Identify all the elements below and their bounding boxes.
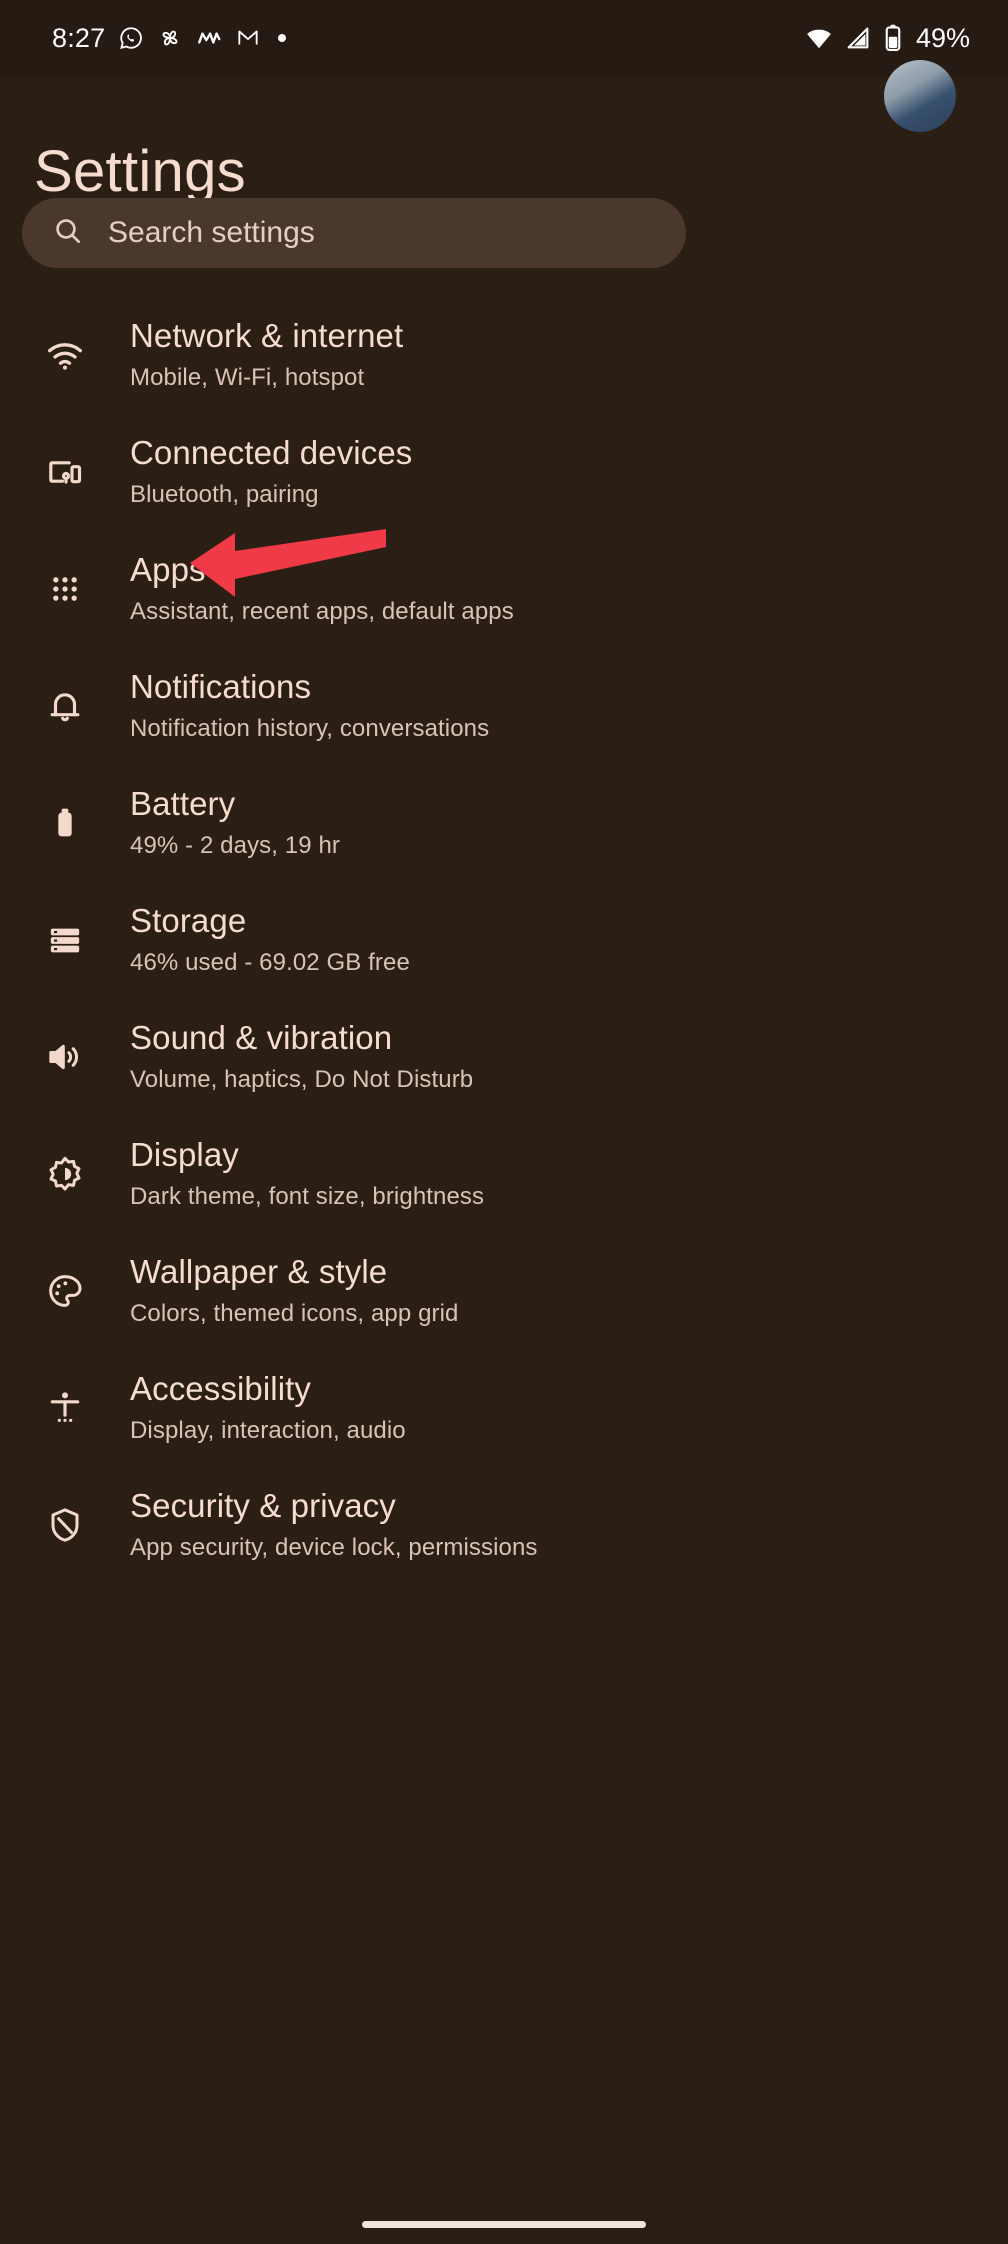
settings-item-subtitle: Volume, haptics, Do Not Disturb bbox=[130, 1065, 474, 1093]
settings-item-title: Apps bbox=[130, 550, 206, 588]
bell-icon bbox=[34, 647, 96, 764]
settings-item-text: Connected devices Bluetooth, pairing bbox=[96, 413, 412, 530]
settings-item-subtitle: Assistant, recent apps, default apps bbox=[130, 597, 514, 625]
settings-item-title: Network & internet bbox=[130, 316, 404, 354]
settings-item-subtitle: Dark theme, font size, brightness bbox=[130, 1182, 485, 1210]
status-clock: 8:27 bbox=[52, 22, 106, 53]
whatsapp-icon bbox=[118, 25, 144, 51]
settings-item-title: Accessibility bbox=[130, 1369, 312, 1407]
settings-item-text: Display Dark theme, font size, brightnes… bbox=[96, 1115, 484, 1232]
connected-devices-icon bbox=[34, 413, 96, 530]
settings-item-title: Storage bbox=[130, 901, 247, 939]
settings-item-network-internet[interactable]: Network & internet Mobile, Wi-Fi, hotspo… bbox=[0, 296, 1008, 413]
settings-item-text: Battery 49% - 2 days, 19 hr bbox=[96, 764, 340, 881]
settings-item-subtitle: Mobile, Wi-Fi, hotspot bbox=[130, 363, 365, 391]
settings-item-title: Display bbox=[130, 1135, 239, 1173]
settings-item-accessibility[interactable]: Accessibility Display, interaction, audi… bbox=[0, 1349, 1008, 1466]
settings-item-security-privacy[interactable]: Security & privacy App security, device … bbox=[0, 1466, 1008, 1583]
settings-list: Network & internet Mobile, Wi-Fi, hotspo… bbox=[0, 296, 1008, 1583]
settings-item-storage[interactable]: Storage 46% used - 69.02 GB free bbox=[0, 881, 1008, 998]
battery-icon bbox=[882, 23, 904, 53]
settings-item-subtitle: 49% - 2 days, 19 hr bbox=[130, 831, 341, 859]
settings-item-text: Wallpaper & style Colors, themed icons, … bbox=[96, 1232, 459, 1349]
settings-item-subtitle: Display, interaction, audio bbox=[130, 1416, 406, 1444]
status-battery-percent: 49% bbox=[915, 22, 970, 53]
monzo-icon bbox=[196, 25, 222, 51]
search-icon bbox=[52, 215, 84, 252]
volume-icon bbox=[34, 998, 96, 1115]
storage-icon bbox=[34, 881, 96, 998]
status-bar: 8:27 49% bbox=[0, 0, 1008, 76]
status-bar-left: 8:27 bbox=[52, 22, 287, 53]
settings-screen: 8:27 49% Settings Search settings Networ… bbox=[0, 0, 1008, 2244]
settings-item-title: Sound & vibration bbox=[130, 1018, 393, 1056]
settings-item-text: Notifications Notification history, conv… bbox=[96, 647, 489, 764]
settings-item-subtitle: 46% used - 69.02 GB free bbox=[130, 948, 410, 976]
settings-item-battery[interactable]: Battery 49% - 2 days, 19 hr bbox=[0, 764, 1008, 881]
brightness-icon bbox=[34, 1115, 96, 1232]
shield-icon bbox=[34, 1466, 96, 1583]
settings-item-connected-devices[interactable]: Connected devices Bluetooth, pairing bbox=[0, 413, 1008, 530]
settings-item-subtitle: Colors, themed icons, app grid bbox=[130, 1299, 459, 1327]
settings-item-sound-vibration[interactable]: Sound & vibration Volume, haptics, Do No… bbox=[0, 998, 1008, 1115]
settings-item-text: Storage 46% used - 69.02 GB free bbox=[96, 881, 410, 998]
pinwheel-icon bbox=[157, 25, 183, 51]
search-input[interactable]: Search settings bbox=[22, 198, 686, 268]
more-notifications-dot bbox=[278, 34, 287, 42]
page-title: Settings bbox=[34, 139, 246, 204]
settings-item-title: Wallpaper & style bbox=[130, 1252, 388, 1290]
settings-item-title: Connected devices bbox=[130, 433, 413, 471]
settings-item-title: Security & privacy bbox=[130, 1486, 396, 1524]
home-gesture-bar[interactable] bbox=[362, 2221, 646, 2228]
settings-item-notifications[interactable]: Notifications Notification history, conv… bbox=[0, 647, 1008, 764]
settings-item-display[interactable]: Display Dark theme, font size, brightnes… bbox=[0, 1115, 1008, 1232]
settings-item-title: Battery bbox=[130, 784, 236, 822]
settings-item-subtitle: Notification history, conversations bbox=[130, 714, 490, 742]
cellular-signal-icon bbox=[844, 24, 872, 52]
settings-item-title: Notifications bbox=[130, 667, 312, 705]
settings-item-text: Apps Assistant, recent apps, default app… bbox=[96, 530, 514, 647]
wifi-icon bbox=[804, 23, 834, 53]
search-placeholder: Search settings bbox=[108, 216, 315, 249]
settings-item-text: Security & privacy App security, device … bbox=[96, 1466, 538, 1583]
settings-item-text: Sound & vibration Volume, haptics, Do No… bbox=[96, 998, 473, 1115]
wifi-icon bbox=[34, 296, 96, 413]
settings-item-subtitle: App security, device lock, permissions bbox=[130, 1533, 538, 1561]
avatar[interactable] bbox=[884, 60, 956, 132]
apps-grid-icon bbox=[34, 530, 96, 647]
settings-item-subtitle: Bluetooth, pairing bbox=[130, 480, 319, 508]
settings-item-text: Network & internet Mobile, Wi-Fi, hotspo… bbox=[96, 296, 403, 413]
settings-item-wallpaper-style[interactable]: Wallpaper & style Colors, themed icons, … bbox=[0, 1232, 1008, 1349]
settings-item-apps[interactable]: Apps Assistant, recent apps, default app… bbox=[0, 530, 1008, 647]
accessibility-icon bbox=[34, 1349, 96, 1466]
palette-icon bbox=[34, 1232, 96, 1349]
settings-item-text: Accessibility Display, interaction, audi… bbox=[96, 1349, 406, 1466]
gmail-icon bbox=[235, 25, 261, 51]
battery-icon bbox=[34, 764, 96, 881]
status-bar-right: 49% bbox=[804, 23, 970, 53]
